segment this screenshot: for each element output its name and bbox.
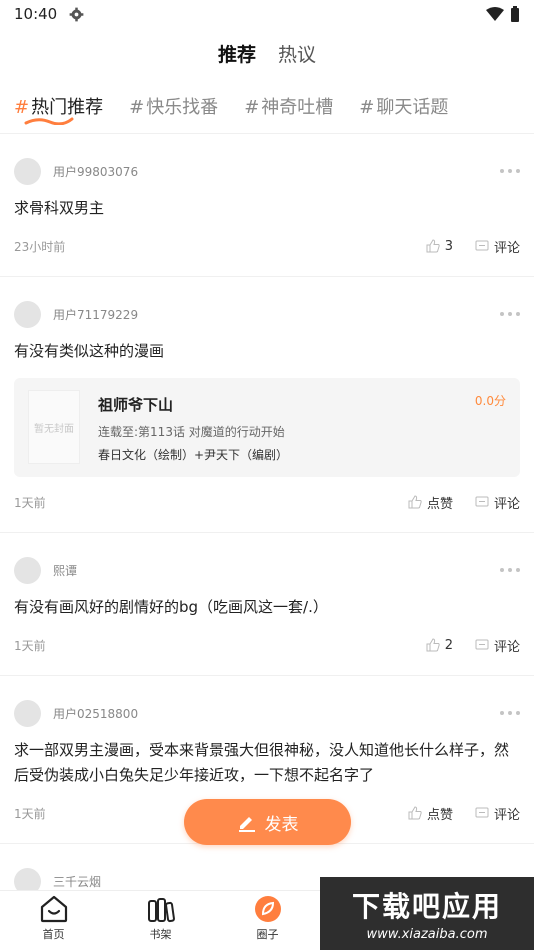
topic-chat[interactable]: # 聊天话题: [359, 93, 448, 119]
circle-icon: [254, 896, 281, 922]
status-time: 10:40: [14, 5, 58, 23]
book-score: 0.0分: [474, 394, 506, 408]
username[interactable]: 用户02518800: [53, 705, 138, 722]
hash-symbol: #: [14, 96, 30, 118]
post-item[interactable]: 熙谭 有没有画风好的剧情好的bg（吃画风这一套/.） 1天前 2 评论: [0, 555, 534, 676]
nav-home[interactable]: 首页: [0, 891, 107, 950]
post-time: 1天前: [14, 806, 46, 821]
topic-rant[interactable]: # 神奇吐槽: [244, 93, 333, 119]
post-content: 有没有画风好的剧情好的bg（吃画风这一套/.）: [14, 598, 328, 616]
comment-button[interactable]: 评论: [475, 237, 520, 256]
topic-hot-recommend[interactable]: # 热门推荐: [14, 93, 104, 125]
post-time: 1天前: [14, 495, 46, 510]
comment-button[interactable]: 评论: [475, 804, 520, 823]
hash-symbol: #: [129, 96, 145, 118]
book-update: 连载至:第113话 对魔道的行动开始: [98, 425, 285, 439]
watermark-url: www.xiazaiba.com: [366, 927, 488, 942]
book-card[interactable]: 暂无封面 祖师爷下山 连载至:第113话 对魔道的行动开始 春日文化（绘制）+尹…: [14, 378, 520, 477]
book-cover: 暂无封面: [28, 390, 80, 464]
comment-icon: [475, 807, 489, 818]
watermark-title: 下载吧应用: [351, 890, 502, 923]
like-label: 点赞: [426, 807, 453, 823]
topic-label: 热门推荐: [31, 96, 104, 118]
comment-label: 评论: [493, 807, 520, 823]
tab-hot-discussion-label: 热议: [278, 43, 317, 66]
bookshelf-icon: [147, 898, 175, 923]
thumbs-up-icon: [408, 495, 422, 509]
post-item[interactable]: 用户99803076 求骨科双男主 23小时前 3 评论: [0, 156, 534, 277]
like-count: 3: [444, 238, 453, 254]
topic-label: 聊天话题: [376, 96, 449, 118]
publish-label: 发表: [264, 814, 299, 835]
comment-label: 评论: [493, 496, 520, 512]
like-button[interactable]: 2: [426, 638, 453, 653]
battery-icon: [511, 6, 519, 22]
nav-home-label: 首页: [42, 928, 65, 941]
comment-icon: [475, 496, 489, 507]
thumbs-up-icon: [426, 638, 440, 652]
status-bar: 10:40: [0, 0, 534, 28]
more-options-icon[interactable]: [500, 304, 520, 324]
like-button[interactable]: 3: [426, 239, 453, 254]
avatar[interactable]: [14, 157, 41, 185]
more-options-icon[interactable]: [500, 161, 520, 181]
nav-bookshelf[interactable]: 书架: [107, 891, 214, 950]
post-content: 有没有类似这种的漫画: [14, 342, 165, 360]
cover-placeholder-text: 暂无封面: [34, 423, 74, 435]
tab-recommend[interactable]: 推荐: [215, 40, 258, 69]
thumbs-up-icon: [408, 806, 422, 820]
topic-tabs: # 热门推荐 # 快乐找番 # 神奇吐槽 # 聊天话题: [0, 78, 534, 134]
comment-button[interactable]: 评论: [475, 493, 520, 512]
post-time: 1天前: [14, 638, 46, 653]
book-title: 祖师爷下山: [98, 396, 174, 414]
post-content: 求骨科双男主: [14, 199, 105, 217]
watermark-logo: 下载吧应用 www.xiazaiba.com: [320, 877, 534, 950]
pencil-icon: [238, 817, 255, 832]
post-content: 求一部双男主漫画，受本来背景强大但很神秘，没人知道他长什么样子，然后受伪装成小白…: [14, 741, 510, 784]
topic-label: 快乐找番: [146, 96, 219, 118]
post-time: 23小时前: [14, 239, 66, 254]
settings-icon: [69, 7, 84, 21]
post-item[interactable]: 用户71179229 有没有类似这种的漫画 暂无封面 祖师爷下山 连载至:第11…: [0, 299, 534, 533]
like-button[interactable]: 点赞: [408, 804, 453, 823]
like-label: 点赞: [426, 496, 453, 512]
username[interactable]: 用户99803076: [53, 163, 138, 180]
post-feed: 用户99803076 求骨科双男主 23小时前 3 评论 用户71179229 …: [0, 134, 534, 896]
more-options-icon[interactable]: [500, 560, 520, 580]
hash-symbol: #: [359, 96, 375, 118]
active-wave-icon: [24, 117, 74, 125]
avatar[interactable]: [14, 556, 41, 584]
nav-circle-label: 圈子: [256, 928, 279, 941]
topic-happy-find[interactable]: # 快乐找番: [129, 93, 218, 119]
top-tabs: 推荐 热议: [0, 28, 534, 78]
hash-symbol: #: [244, 96, 260, 118]
username[interactable]: 用户71179229: [53, 306, 138, 323]
like-button[interactable]: 点赞: [408, 493, 453, 512]
nav-bookshelf-label: 书架: [149, 928, 172, 941]
comment-icon: [475, 240, 489, 251]
publish-button[interactable]: 发表: [184, 799, 351, 845]
comment-button[interactable]: 评论: [475, 636, 520, 655]
thumbs-up-icon: [426, 239, 440, 253]
comment-icon: [475, 639, 489, 650]
comment-label: 评论: [493, 240, 520, 256]
comment-label: 评论: [493, 639, 520, 655]
topic-label: 神奇吐槽: [261, 96, 334, 118]
username[interactable]: 三千云烟: [53, 873, 101, 890]
home-icon: [40, 895, 67, 923]
tab-recommend-label: 推荐: [217, 43, 256, 66]
username[interactable]: 熙谭: [53, 562, 77, 579]
avatar[interactable]: [14, 300, 41, 328]
avatar[interactable]: [14, 699, 41, 727]
wifi-icon: [486, 7, 504, 21]
tab-hot-discussion[interactable]: 热议: [278, 40, 316, 67]
nav-circle[interactable]: 圈子: [214, 891, 321, 950]
more-options-icon[interactable]: [500, 703, 520, 723]
book-authors: 春日文化（绘制）+尹天下（编剧）: [98, 448, 289, 462]
like-count: 2: [444, 637, 453, 653]
